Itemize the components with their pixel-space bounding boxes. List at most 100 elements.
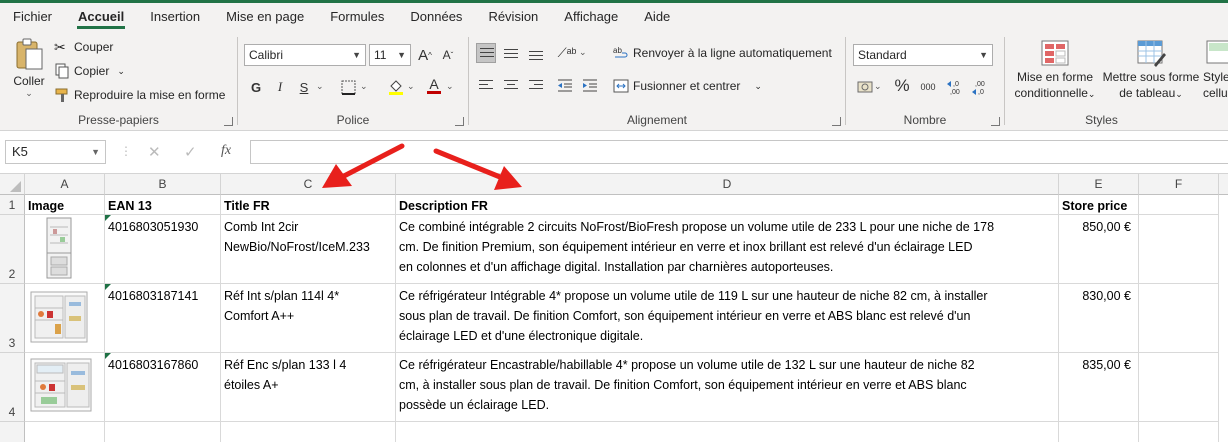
- chevron-down-icon[interactable]: ⌄: [360, 81, 368, 92]
- grow-font-button[interactable]: A ^: [415, 45, 435, 65]
- cell-a1[interactable]: Image: [25, 195, 105, 215]
- number-format-select[interactable]: Standard ▼: [853, 44, 993, 66]
- cell-c1[interactable]: Title FR: [221, 195, 396, 215]
- row-header-2[interactable]: 2: [0, 215, 25, 284]
- cell-d4[interactable]: Ce réfrigérateur Encastrable/habillable …: [396, 353, 1059, 422]
- chevron-down-icon[interactable]: ⌄: [25, 88, 33, 99]
- thousands-separator-button[interactable]: 000: [916, 77, 940, 97]
- formula-input[interactable]: [250, 140, 1228, 164]
- cell-f5[interactable]: [1139, 422, 1219, 442]
- chevron-down-icon[interactable]: ⌄: [407, 81, 415, 92]
- cell-f3[interactable]: [1139, 284, 1219, 353]
- cell-b2[interactable]: 4016803051930: [105, 215, 221, 284]
- row-header-4[interactable]: 4: [0, 353, 25, 422]
- tab-donnees[interactable]: Données: [397, 3, 475, 31]
- borders-button[interactable]: [338, 77, 358, 97]
- cell-c2[interactable]: Comb Int 2cir NewBio/NoFrost/IceM.233: [221, 215, 396, 284]
- column-header-d[interactable]: D: [396, 174, 1059, 195]
- chevron-down-icon[interactable]: ⌄: [316, 81, 324, 92]
- tab-fichier[interactable]: Fichier: [0, 3, 65, 31]
- cell-c3[interactable]: Réf Int s/plan 114l 4* Comfort A++: [221, 284, 396, 353]
- insert-function-icon[interactable]: fx: [221, 143, 231, 159]
- column-header-g[interactable]: [1219, 174, 1228, 195]
- cell-f1[interactable]: [1139, 195, 1219, 215]
- cell-b4[interactable]: 4016803167860: [105, 353, 221, 422]
- cell-e2[interactable]: 850,00 €: [1059, 215, 1139, 284]
- cancel-icon[interactable]: ✕: [148, 143, 161, 161]
- cell-d2[interactable]: Ce combiné intégrable 2 circuits NoFrost…: [396, 215, 1059, 284]
- decrease-decimal-button[interactable]: ,00 ,0: [971, 77, 991, 97]
- bold-button[interactable]: G: [246, 77, 266, 97]
- tab-formules[interactable]: Formules: [317, 3, 397, 31]
- cell-f4[interactable]: [1139, 353, 1219, 422]
- copy-button[interactable]: Copier ⌄: [54, 63, 125, 79]
- cell-a3[interactable]: [25, 284, 105, 353]
- tab-affichage[interactable]: Affichage: [551, 3, 631, 31]
- font-name-select[interactable]: Calibri ▼: [244, 44, 366, 66]
- name-box[interactable]: K5 ▼: [5, 140, 106, 164]
- dialog-launcher-icon[interactable]: [455, 117, 464, 126]
- cell-a5[interactable]: [25, 422, 105, 442]
- tab-accueil[interactable]: Accueil: [65, 3, 137, 31]
- chevron-down-icon[interactable]: ⌄: [117, 66, 125, 77]
- dialog-launcher-icon[interactable]: [832, 117, 841, 126]
- font-size-select[interactable]: 11 ▼: [369, 44, 411, 66]
- fridge-image[interactable]: [29, 357, 95, 415]
- align-bottom-button[interactable]: [526, 43, 546, 63]
- column-header-e[interactable]: E: [1059, 174, 1139, 195]
- chevron-down-icon[interactable]: ⌄: [446, 81, 454, 92]
- dialog-launcher-icon[interactable]: [991, 117, 1000, 126]
- cell-b1[interactable]: EAN 13: [105, 195, 221, 215]
- column-header-b[interactable]: B: [105, 174, 221, 195]
- cell-b3[interactable]: 4016803187141: [105, 284, 221, 353]
- column-header-c[interactable]: C: [221, 174, 396, 195]
- tab-revision[interactable]: Révision: [475, 3, 551, 31]
- cell-e3[interactable]: 830,00 €: [1059, 284, 1139, 353]
- fridge-image[interactable]: [45, 217, 75, 281]
- cell-styles-button[interactable]: Styles cellules: [1203, 39, 1228, 101]
- fill-color-button[interactable]: [386, 77, 406, 97]
- italic-button[interactable]: I: [270, 77, 290, 97]
- underline-button[interactable]: S: [294, 77, 314, 97]
- chevron-down-icon[interactable]: ⌄: [874, 81, 882, 92]
- align-top-button[interactable]: [476, 43, 496, 63]
- align-right-button[interactable]: [526, 75, 546, 95]
- paste-button[interactable]: Coller ⌄: [8, 37, 50, 109]
- cell-d1[interactable]: Description FR: [396, 195, 1059, 215]
- format-as-table-button[interactable]: Mettre sous forme de tableau⌄: [1101, 39, 1201, 102]
- font-color-button[interactable]: A: [424, 75, 444, 95]
- row-header-1[interactable]: 1: [0, 195, 25, 215]
- select-all-corner[interactable]: [0, 174, 25, 195]
- fridge-image[interactable]: [29, 290, 91, 346]
- percent-button[interactable]: %: [892, 76, 912, 96]
- format-painter-button[interactable]: Reproduire la mise en forme: [54, 87, 225, 103]
- cell-d5[interactable]: [396, 422, 1059, 442]
- column-header-a[interactable]: A: [25, 174, 105, 195]
- row-header-5[interactable]: [0, 422, 25, 442]
- cell-c4[interactable]: Réf Enc s/plan 133 l 4 étoiles A+: [221, 353, 396, 422]
- enter-icon[interactable]: ✓: [184, 143, 197, 161]
- orientation-button[interactable]: ⟋ᵃᵇ: [557, 43, 577, 63]
- cell-a2[interactable]: [25, 215, 105, 284]
- conditional-formatting-button[interactable]: Mise en forme conditionnelle⌄: [1009, 39, 1101, 102]
- cut-button[interactable]: ✂ Couper: [54, 39, 113, 55]
- wrap-text-button[interactable]: ab Renvoyer à la ligne automatiquement: [613, 45, 832, 61]
- cell-e1[interactable]: Store price: [1059, 195, 1139, 215]
- tab-mise-en-page[interactable]: Mise en page: [213, 3, 317, 31]
- cell-e5[interactable]: [1059, 422, 1139, 442]
- merge-center-button[interactable]: Fusionner et centrer ⌄: [613, 78, 762, 94]
- align-middle-button[interactable]: [501, 43, 521, 63]
- column-header-f[interactable]: F: [1139, 174, 1219, 195]
- cell-d3[interactable]: Ce réfrigérateur Intégrable 4* propose u…: [396, 284, 1059, 353]
- tab-aide[interactable]: Aide: [631, 3, 683, 31]
- tab-insertion[interactable]: Insertion: [137, 3, 213, 31]
- cell-f2[interactable]: [1139, 215, 1219, 284]
- align-center-button[interactable]: [501, 75, 521, 95]
- shrink-font-button[interactable]: Aˇ: [438, 45, 458, 65]
- decrease-indent-button[interactable]: [555, 75, 575, 95]
- align-left-button[interactable]: [476, 75, 496, 95]
- cell-b5[interactable]: [105, 422, 221, 442]
- increase-indent-button[interactable]: [580, 75, 600, 95]
- dialog-launcher-icon[interactable]: [224, 117, 233, 126]
- chevron-down-icon[interactable]: ⌄: [579, 47, 587, 58]
